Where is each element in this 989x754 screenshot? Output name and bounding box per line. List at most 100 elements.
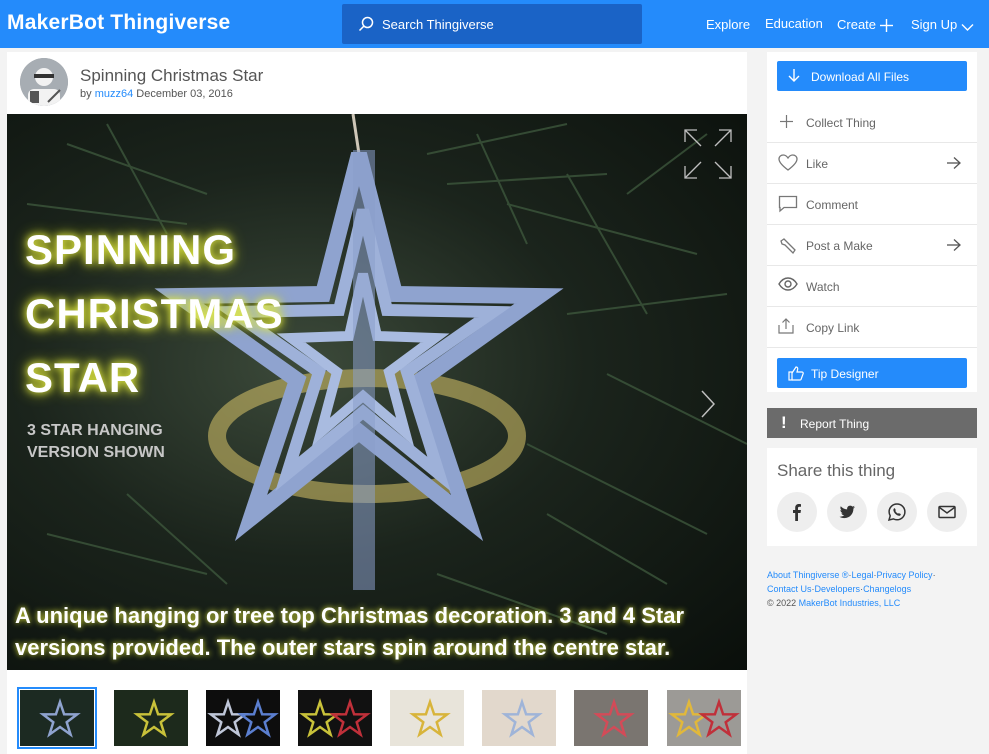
author-link[interactable]: muzz64 [95,88,134,100]
site-logo[interactable]: MakerBot Thingiverse [7,11,230,35]
publish-date: December 03, 2016 [136,88,233,100]
logo-brand: MakerBot [7,11,105,34]
post-make-label: Post a Make [806,239,873,253]
thing-byline: by muzz64 December 03, 2016 [80,88,233,100]
nav-education[interactable]: Education [765,16,823,31]
thumbnail[interactable] [667,690,741,746]
footer-legal-link[interactable]: Legal [852,570,874,580]
thumbnail-image [574,690,648,746]
footer-copyright: © 2022 [767,598,797,608]
thumbnail-image [482,690,556,746]
hero-caption: A unique hanging or tree top Christmas d… [15,603,685,660]
footer-about-link[interactable]: About Thingiverse ® [767,570,849,580]
hero-subtitle: 3 STAR HANGING VERSION SHOWN [27,420,165,464]
report-thing-button[interactable]: ! Report Thing [767,408,977,438]
fullscreen-icon[interactable] [683,128,733,180]
thing-title: Spinning Christmas Star [80,66,264,85]
thumbnail-image [206,690,280,746]
hero-headline-line: CHRISTMAS [25,290,284,337]
nav-sign-up[interactable]: Sign Up [911,17,974,32]
comment-icon [778,195,798,213]
like-label: Like [806,157,829,171]
watch-label: Watch [806,280,840,294]
footer-privacy-link[interactable]: Privacy Policy [877,570,933,580]
thumbnail-image [390,690,464,746]
facebook-icon [793,504,801,521]
search-input[interactable]: Search Thingiverse [342,4,642,44]
collect-thing-label: Collect Thing [806,116,876,130]
arrow-right-icon [947,157,961,169]
post-make-button[interactable]: Post a Make [767,225,977,266]
thumbnail[interactable] [206,690,280,746]
hero-headline-line: STAR [25,354,141,401]
plus-icon [880,19,894,32]
footer-row: About Thingiverse ®·Legal·Privacy Policy… [767,568,982,582]
share-heading: Share this thing [777,461,896,480]
thumbnail[interactable] [298,690,372,746]
comment-button[interactable]: Comment [767,184,977,225]
email-icon [938,505,956,519]
thumbnail-strip [7,684,747,754]
thumbs-up-icon [788,366,804,381]
footer-row: © 2022 MakerBot Industries, LLC [767,596,982,610]
report-thing-label: Report Thing [800,417,870,431]
share-twitter-button[interactable] [827,492,867,532]
chevron-right-icon[interactable] [701,390,715,418]
share-whatsapp-button[interactable] [877,492,917,532]
like-button[interactable]: Like [767,143,977,184]
thumbnail-image [298,690,372,746]
copy-link-button[interactable]: Copy Link [767,307,977,348]
hero-image[interactable]: SPINNING CHRISTMAS STAR 3 STAR HANGING V… [7,114,747,670]
thumbnail-image [20,690,94,746]
hero-headline: SPINNING CHRISTMAS STAR [25,218,284,410]
actions-panel: Download All Files Collect Thing Like Co… [767,52,977,392]
hero-subtitle-line: 3 STAR HANGING [27,422,163,439]
thumbnail[interactable] [390,690,464,746]
footer-developers-link[interactable]: Developers [815,584,861,594]
search-icon [358,16,374,32]
share-email-button[interactable] [927,492,967,532]
nav-create-label: Create [837,17,877,32]
tip-designer-button[interactable]: Tip Designer [777,358,967,388]
eye-icon [778,277,798,291]
alert-icon: ! [781,413,787,432]
download-all-button[interactable]: Download All Files [777,61,967,91]
collect-thing-button[interactable]: Collect Thing [767,102,977,143]
byline-prefix: by [80,88,92,100]
hero-headline-line: SPINNING [25,226,237,273]
footer-contact-link[interactable]: Contact Us [767,584,812,594]
watch-button[interactable]: Watch [767,266,977,307]
wrench-icon [780,238,796,255]
thumbnail-image [667,690,741,746]
twitter-icon [839,505,855,519]
comment-label: Comment [806,198,859,212]
whatsapp-icon [887,503,906,522]
thumbnail[interactable] [114,690,188,746]
arrow-right-icon [947,239,961,251]
hero-subtitle-line: VERSION SHOWN [27,444,165,461]
download-all-label: Download All Files [811,70,910,84]
share-facebook-button[interactable] [777,492,817,532]
footer-separator: · [932,570,936,580]
footer-links: About Thingiverse ®·Legal·Privacy Policy… [767,568,982,610]
thumbnail-image [114,690,188,746]
download-icon [788,69,800,82]
plus-icon [780,115,793,128]
search-placeholder: Search Thingiverse [382,17,494,32]
avatar-image [20,58,68,106]
nav-explore[interactable]: Explore [706,17,750,32]
thing-main-panel: Spinning Christmas Star by muzz64 Decemb… [7,52,747,754]
footer-changelogs-link[interactable]: Changelogs [863,584,911,594]
logo-product: Thingiverse [110,11,231,34]
avatar[interactable] [20,58,68,106]
chevron-down-icon [961,24,974,31]
footer-company-link[interactable]: MakerBot Industries, LLC [799,598,901,608]
thumbnail[interactable] [482,690,556,746]
footer-row: Contact Us·Developers·Changelogs [767,582,982,596]
share-upload-icon [778,318,794,334]
copy-link-label: Copy Link [806,321,860,335]
thumbnail[interactable] [17,687,97,749]
top-nav-bar: MakerBot Thingiverse Search Thingiverse E… [0,0,989,48]
thumbnail[interactable] [574,690,648,746]
nav-create[interactable]: Create [837,17,894,32]
